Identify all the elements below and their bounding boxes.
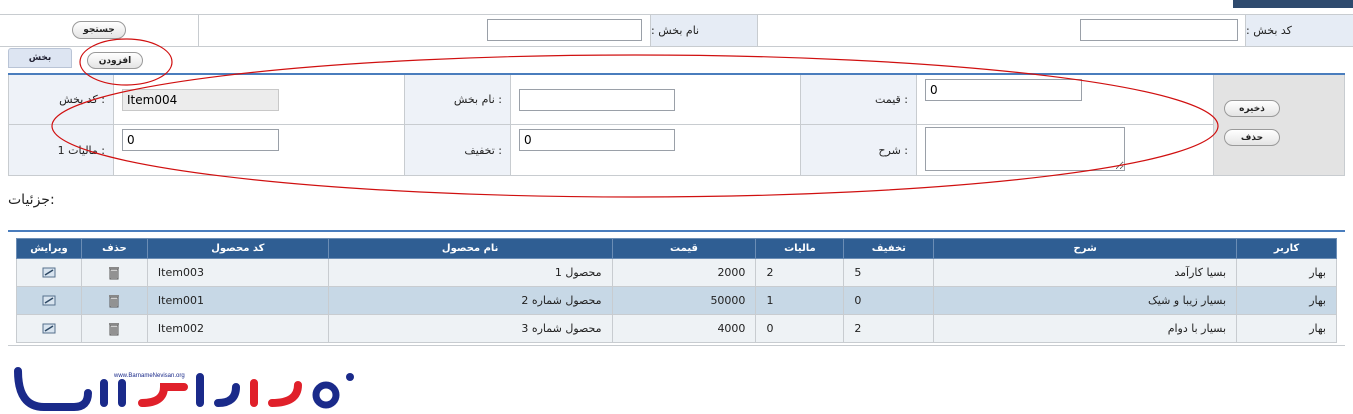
logo-stroke-3 bbox=[138, 383, 188, 407]
table-header-row: ویرایش حذف کد محصول نام محصول قیمت مالیا… bbox=[16, 238, 1337, 259]
logo-stroke-2 bbox=[100, 379, 126, 407]
table-row: Item001 محصول شماره 2 50000 1 0 بسیار زی… bbox=[16, 286, 1337, 315]
details-table: ویرایش حذف کد محصول نام محصول قیمت مالیا… bbox=[16, 238, 1337, 343]
trash-icon[interactable] bbox=[108, 266, 120, 280]
cell-user: بهار bbox=[1236, 286, 1337, 315]
delete-cell bbox=[80, 286, 148, 315]
cell-name: محصول شماره 3 bbox=[327, 314, 613, 343]
logo-stroke-1 bbox=[14, 367, 92, 411]
annotation-overlay bbox=[51, 38, 1219, 198]
table-row: Item002 محصول شماره 3 4000 0 2 بسیار با … bbox=[16, 314, 1337, 343]
edit-icon[interactable] bbox=[42, 323, 56, 335]
edit-cell bbox=[16, 258, 82, 287]
col-header-delete[interactable]: حذف bbox=[80, 238, 148, 259]
cell-user: بهار bbox=[1236, 258, 1337, 287]
col-header-desc[interactable]: شرح bbox=[933, 238, 1238, 259]
cell-desc: بسیار زیبا و شیک bbox=[933, 286, 1238, 315]
logo-stroke-5 bbox=[250, 379, 302, 407]
annotation-circle-add bbox=[79, 38, 173, 86]
edit-icon[interactable] bbox=[42, 267, 56, 279]
col-header-edit[interactable]: ویرایش bbox=[16, 238, 82, 259]
cell-tax: 2 bbox=[755, 258, 845, 287]
col-header-user[interactable]: کاربر bbox=[1236, 238, 1337, 259]
trash-icon[interactable] bbox=[108, 294, 120, 308]
details-grid-panel: ویرایش حذف کد محصول نام محصول قیمت مالیا… bbox=[8, 230, 1345, 346]
cell-discount: 5 bbox=[843, 258, 935, 287]
logo-url: www.BarnameNevisan.org bbox=[113, 373, 185, 379]
cell-tax: 0 bbox=[755, 314, 845, 343]
cell-code: Item003 bbox=[146, 258, 329, 287]
logo-stroke-4 bbox=[196, 373, 240, 407]
edit-icon[interactable] bbox=[42, 295, 56, 307]
cell-price: 50000 bbox=[611, 286, 757, 315]
col-header-price[interactable]: قیمت bbox=[611, 238, 757, 259]
cell-discount: 2 bbox=[843, 314, 935, 343]
col-header-name[interactable]: نام محصول bbox=[327, 238, 613, 259]
edit-cell bbox=[16, 314, 82, 343]
table-row: Item003 محصول 1 2000 2 5 بسیا کارآمد بها… bbox=[16, 258, 1337, 287]
cell-desc: بسیا کارآمد bbox=[933, 258, 1238, 287]
cell-price: 2000 bbox=[611, 258, 757, 287]
details-title: :جزئیات bbox=[8, 192, 55, 208]
delete-cell bbox=[80, 258, 148, 287]
cell-user: بهار bbox=[1236, 314, 1337, 343]
col-header-code[interactable]: کد محصول bbox=[146, 238, 329, 259]
cell-tax: 1 bbox=[755, 286, 845, 315]
logo-dot bbox=[346, 373, 354, 381]
cell-name: محصول 1 bbox=[327, 258, 613, 287]
cell-name: محصول شماره 2 bbox=[327, 286, 613, 315]
col-header-tax[interactable]: مالیات bbox=[755, 238, 845, 259]
col-header-discount[interactable]: تخفیف bbox=[843, 238, 935, 259]
trash-icon[interactable] bbox=[108, 322, 120, 336]
annotation-ellipse-form bbox=[51, 54, 1219, 198]
cell-discount: 0 bbox=[843, 286, 935, 315]
cell-code: Item001 bbox=[146, 286, 329, 315]
cell-desc: بسیار با دوام bbox=[933, 314, 1238, 343]
delete-cell bbox=[80, 314, 148, 343]
cell-code: Item002 bbox=[146, 314, 329, 343]
cell-price: 4000 bbox=[611, 314, 757, 343]
logo-stroke-6 bbox=[312, 381, 340, 409]
site-logo: www.BarnameNevisan.org bbox=[14, 367, 354, 411]
edit-cell bbox=[16, 286, 82, 315]
